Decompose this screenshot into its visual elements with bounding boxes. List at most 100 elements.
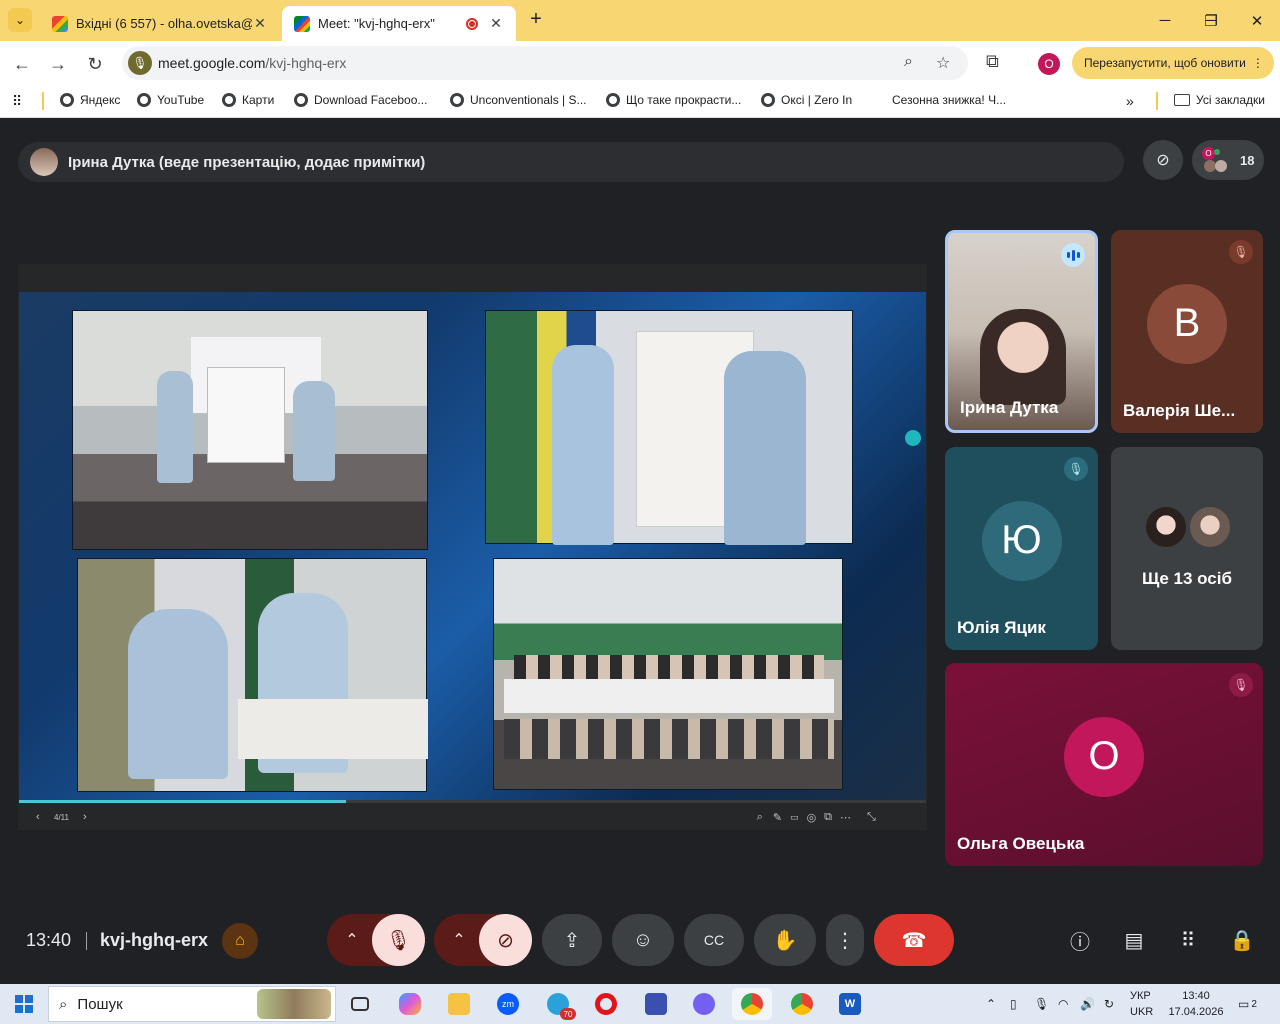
- save-app-icon[interactable]: [636, 988, 676, 1020]
- more-participants-label: Ще 13 осіб: [1142, 569, 1232, 588]
- bookmark-item[interactable]: YouTube: [137, 93, 204, 107]
- window-icon[interactable]: ⧉: [824, 811, 832, 824]
- laser-pointer: [905, 430, 921, 446]
- more-bookmarks-icon[interactable]: »: [1126, 93, 1134, 109]
- camera-off-icon: ⊘: [497, 929, 514, 952]
- taskbar-search[interactable]: ⌕ Пошук: [48, 986, 336, 1022]
- participant-tile[interactable]: 🎙 О Ольга Овецька: [945, 663, 1263, 866]
- bookmark-item[interactable]: Що таке прокрасти...: [606, 93, 741, 107]
- copilot-icon[interactable]: [390, 988, 430, 1020]
- hide-tiles-button[interactable]: ⊘: [1143, 140, 1183, 180]
- sync-icon[interactable]: ↻: [1104, 984, 1114, 1024]
- profile-avatar[interactable]: O: [1038, 53, 1060, 75]
- notifications-button[interactable]: ▭ 2: [1238, 984, 1257, 1024]
- bookmark-item[interactable]: Unconventionals | S...: [450, 93, 587, 107]
- participants-button[interactable]: O 18: [1192, 140, 1264, 180]
- close-window-button[interactable]: ✕: [1234, 0, 1280, 41]
- volume-icon[interactable]: 🔊: [1080, 984, 1095, 1024]
- host-controls-icon[interactable]: ⌂: [222, 923, 258, 959]
- chevron-right-icon[interactable]: ›: [83, 811, 87, 823]
- host-lock-icon[interactable]: 🔒: [1226, 924, 1258, 956]
- chevron-left-icon[interactable]: ‹: [36, 811, 48, 823]
- zoom-icon[interactable]: ⌕: [904, 53, 913, 71]
- pen-icon[interactable]: ✎: [773, 811, 782, 824]
- bookmark-item[interactable]: Яндекс: [60, 93, 120, 107]
- recording-icon: [466, 17, 478, 30]
- bookmark-item[interactable]: Сезонна знижка! Ч...: [892, 93, 1006, 107]
- apps-grid-icon[interactable]: ⠿: [12, 93, 22, 110]
- avatar: [30, 148, 58, 176]
- bookmark-star-icon[interactable]: ☆: [936, 53, 950, 73]
- all-bookmarks[interactable]: Усі закладки: [1174, 93, 1265, 107]
- chrome-icon[interactable]: [732, 988, 772, 1020]
- browser-toolbar: ← → ↻ 🎙 meet.google.com/kvj-hghq-erx ⌕ ☆…: [0, 41, 1280, 85]
- bookmark-item[interactable]: Download Faceboo...: [294, 93, 427, 107]
- tab-title: Вхідні (6 557) - olha.ovetska@n: [76, 16, 252, 31]
- bookmark-item[interactable]: Карти: [222, 93, 274, 107]
- telegram-icon[interactable]: 70: [538, 988, 578, 1020]
- reload-icon[interactable]: ↻: [82, 51, 108, 77]
- bookmark-item[interactable]: Оксі | Zero In: [761, 93, 852, 107]
- tab-search-button[interactable]: ⌄: [8, 8, 32, 32]
- forward-icon[interactable]: →: [45, 51, 71, 77]
- search-highlight-image: [257, 989, 331, 1019]
- camera-options-button[interactable]: ⌃: [437, 914, 481, 966]
- address-bar[interactable]: 🎙 meet.google.com/kvj-hghq-erx ⌕ ☆: [122, 46, 968, 80]
- back-icon[interactable]: ←: [9, 51, 35, 77]
- new-tab-button[interactable]: +: [524, 8, 548, 32]
- more-participants-tile[interactable]: Ще 13 осіб: [1111, 447, 1263, 650]
- captions-button[interactable]: CC: [684, 914, 744, 966]
- show-hidden-icons[interactable]: ⌃: [986, 984, 996, 1024]
- presentation-stage[interactable]: ‹ 4/11 › ⌕ ✎ ▭ ◎ ⧉ ⋯ ⤡: [18, 264, 927, 830]
- activities-icon[interactable]: ⠿: [1172, 924, 1204, 956]
- language-indicator[interactable]: УКР UKR: [1130, 988, 1160, 1020]
- reactions-button[interactable]: ☺: [612, 914, 674, 966]
- tab-meet[interactable]: Meet: "kvj-hghq-erx" ✕: [282, 6, 516, 41]
- chat-icon[interactable]: ▤: [1118, 924, 1150, 956]
- globe-icon: [60, 93, 74, 107]
- viber-icon[interactable]: [684, 988, 724, 1020]
- slide-photo: [77, 558, 428, 792]
- exit-fullscreen-icon[interactable]: ⤡: [867, 811, 876, 824]
- camera-toggle-button[interactable]: ⊘: [479, 914, 532, 966]
- more-options-button[interactable]: ⋮: [826, 914, 864, 966]
- file-explorer-icon[interactable]: [439, 988, 479, 1020]
- relaunch-button[interactable]: Перезапустити, щоб оновити ⋮: [1072, 47, 1274, 79]
- captions-icon[interactable]: ▭: [790, 812, 799, 823]
- word-icon[interactable]: W: [830, 988, 870, 1020]
- restore-button[interactable]: ❐: [1188, 0, 1234, 41]
- raise-hand-button[interactable]: ✋: [754, 914, 816, 966]
- zoom-app-icon[interactable]: zm: [488, 988, 528, 1020]
- extensions-icon[interactable]: ⧉: [986, 51, 999, 72]
- mic-toggle-button[interactable]: 🎙: [372, 914, 425, 966]
- minimize-button[interactable]: ─: [1142, 0, 1188, 41]
- battery-icon[interactable]: ▯: [1010, 984, 1017, 1024]
- url-text[interactable]: meet.google.com/kvj-hghq-erx: [158, 55, 346, 71]
- mic-options-button[interactable]: ⌃: [330, 914, 374, 966]
- close-tab-icon[interactable]: ✕: [488, 15, 504, 32]
- chrome-profile-icon[interactable]: [782, 988, 822, 1020]
- participant-tile[interactable]: Ірина Дутка: [945, 230, 1098, 433]
- opera-icon[interactable]: [586, 988, 626, 1020]
- microphone-site-icon[interactable]: 🎙: [128, 51, 152, 75]
- task-view-icon[interactable]: [340, 988, 380, 1020]
- microphone-tray-icon[interactable]: 🎙: [1034, 984, 1049, 1024]
- system-clock[interactable]: 13:40 17.04.2026: [1166, 988, 1226, 1020]
- broadcast-icon[interactable]: ◎: [807, 811, 817, 824]
- picture-off-icon: ⊘: [1156, 152, 1170, 169]
- more-icon[interactable]: ⋯: [840, 811, 851, 824]
- info-icon[interactable]: ⓘ: [1064, 924, 1096, 956]
- participant-tile[interactable]: 🎙 В Валерія Ше...: [1111, 230, 1263, 433]
- present-button[interactable]: ⇪: [542, 914, 602, 966]
- zoom-icon[interactable]: ⌕: [757, 811, 763, 824]
- search-icon: ⌕: [59, 995, 68, 1013]
- wifi-icon[interactable]: ◠: [1058, 984, 1068, 1024]
- tab-gmail[interactable]: Вхідні (6 557) - olha.ovetska@n ✕: [40, 6, 280, 41]
- participant-name: Валерія Ше...: [1123, 401, 1236, 420]
- globe-icon: [222, 93, 236, 107]
- close-tab-icon[interactable]: ✕: [252, 15, 268, 32]
- windows-start-icon[interactable]: [4, 988, 44, 1020]
- participant-tile[interactable]: 🎙 Ю Юлія Яцик: [945, 447, 1098, 650]
- leave-call-button[interactable]: ☎: [874, 914, 954, 966]
- emoji-icon: ☺: [632, 928, 654, 951]
